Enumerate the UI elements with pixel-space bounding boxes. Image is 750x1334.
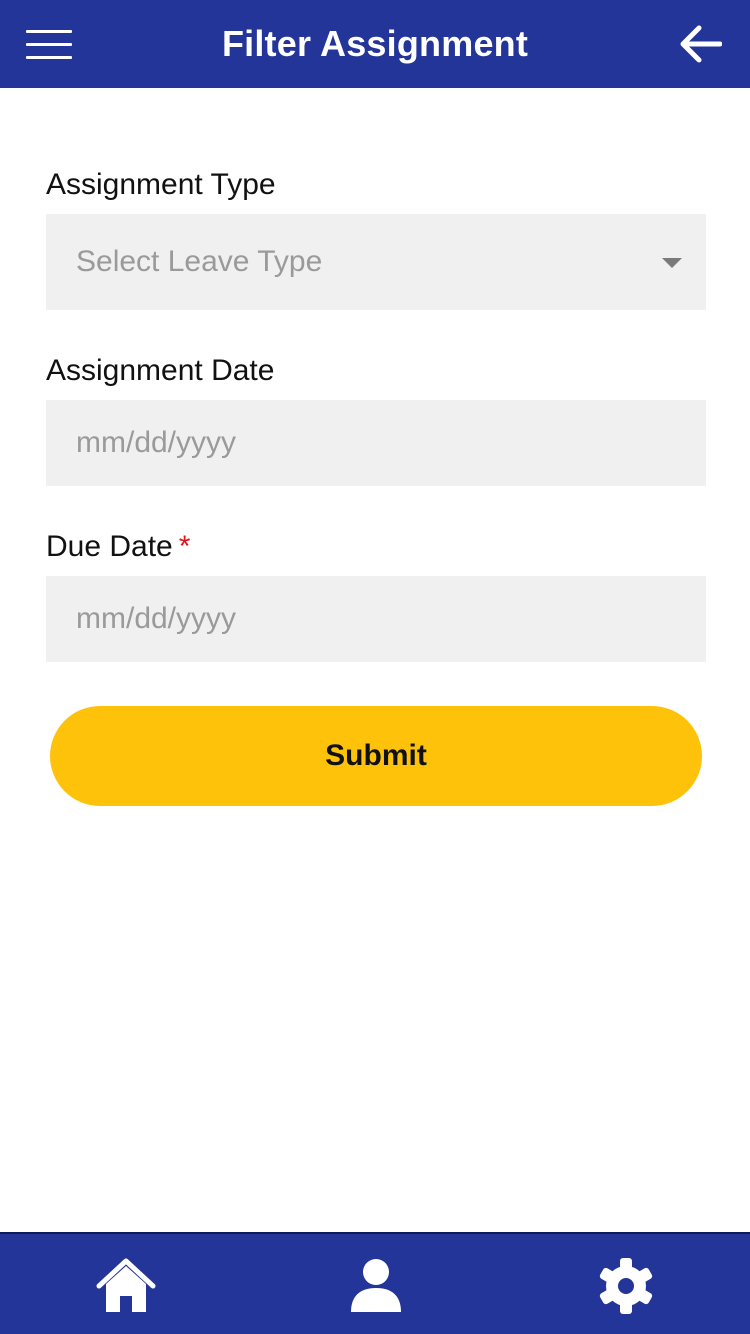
submit-button[interactable]: Submit [50,706,702,806]
hamburger-menu-icon[interactable] [26,30,72,60]
due-date-label: Due Date * [46,530,190,564]
home-icon[interactable] [96,1256,156,1316]
due-date-label-text: Due Date [46,530,173,563]
caret-down-icon [662,258,682,268]
due-date-placeholder: mm/dd/yyyy [76,602,237,635]
bottom-nav [0,1232,750,1334]
required-marker: * [178,530,191,563]
page-title: Filter Assignment [221,23,529,64]
assignment-type-placeholder: Select Leave Type [76,245,323,278]
assignment-type-label: Assignment Type [46,168,276,201]
arrow-left-icon[interactable] [678,24,723,64]
app-header: Filter Assignment [0,0,750,88]
due-date-field[interactable]: mm/dd/yyyy [46,576,706,662]
assignment-type-select[interactable]: Select Leave Type [46,214,706,310]
user-icon[interactable] [346,1256,406,1316]
gear-icon[interactable] [596,1256,656,1316]
assignment-date-label: Assignment Date [46,354,275,387]
assignment-date-field[interactable]: mm/dd/yyyy [46,400,706,486]
assignment-date-placeholder: mm/dd/yyyy [76,426,237,459]
